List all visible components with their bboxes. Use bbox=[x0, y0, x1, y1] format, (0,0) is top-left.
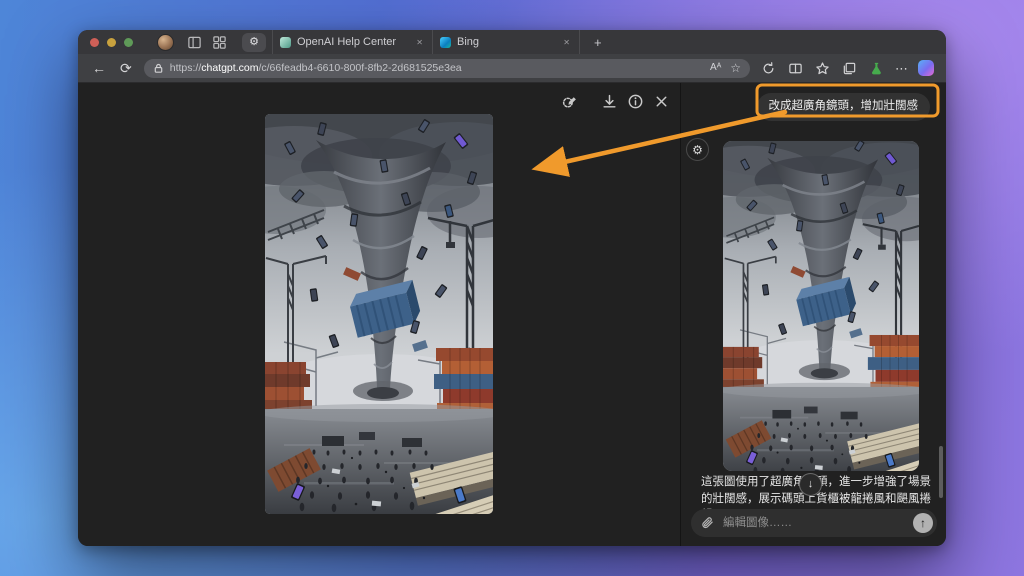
extension-flask-icon[interactable] bbox=[868, 60, 885, 77]
tab-label: Bing bbox=[457, 36, 480, 48]
minimize-window-button[interactable] bbox=[107, 37, 116, 47]
url-path: /c/66feadb4-6610-800f-8fb2-2d681525e3ea bbox=[258, 62, 462, 74]
arrow-up-icon: ↑ bbox=[920, 516, 926, 530]
info-icon[interactable] bbox=[627, 93, 644, 110]
address-bar[interactable]: https://chatgpt.com/c/66feadb4-6610-800f… bbox=[143, 58, 750, 78]
url-text: https://chatgpt.com/c/66feadb4-6610-800f… bbox=[170, 62, 462, 74]
scroll-to-bottom-button[interactable]: ↓ bbox=[799, 473, 822, 496]
close-window-button[interactable] bbox=[90, 37, 99, 47]
close-viewer-icon[interactable] bbox=[653, 93, 670, 110]
window-controls bbox=[78, 37, 143, 47]
browser-toolbar: ← ⟳ https://chatgpt.com/c/66feadb4-6610-… bbox=[78, 54, 946, 83]
gear-icon: ⚙ bbox=[692, 142, 703, 157]
lock-icon bbox=[154, 63, 163, 73]
tab-label: OpenAI Help Center bbox=[297, 36, 397, 48]
favorite-star-icon[interactable]: ☆ bbox=[730, 62, 741, 74]
openai-favicon bbox=[280, 36, 291, 48]
tab-strip: ⚙ OpenAI Help Center ✕ Bing ✕ + bbox=[78, 30, 946, 54]
generated-image-thumbnail[interactable] bbox=[723, 141, 919, 471]
copilot-icon[interactable] bbox=[918, 60, 934, 76]
assistant-avatar: ⚙ bbox=[686, 138, 709, 161]
close-tab-icon[interactable]: ✕ bbox=[414, 36, 425, 49]
desktop-background: ⚙ OpenAI Help Center ✕ Bing ✕ + ← ⟳ http… bbox=[0, 0, 1024, 576]
download-icon[interactable] bbox=[601, 93, 618, 110]
new-tab-button[interactable]: + bbox=[590, 35, 606, 50]
viewer-toolbar bbox=[561, 93, 670, 110]
split-screen-icon[interactable] bbox=[787, 60, 804, 77]
edit-image-input[interactable] bbox=[721, 516, 906, 530]
profile-avatar[interactable] bbox=[157, 33, 174, 51]
close-tab-icon[interactable]: ✕ bbox=[561, 36, 572, 49]
vertical-tabs-icon[interactable] bbox=[187, 35, 202, 50]
sync-icon[interactable] bbox=[760, 60, 777, 77]
bing-favicon bbox=[440, 36, 451, 48]
page-content: 改成超廣角鏡頭，增加壯闊感 ⚙ ↓ 這張圖使用了超廣角鏡頭，進一步增強了場景的壯… bbox=[78, 83, 946, 546]
tab-bing[interactable]: Bing ✕ bbox=[433, 30, 580, 54]
panel-scrollbar[interactable] bbox=[939, 446, 943, 498]
send-button[interactable]: ↑ bbox=[913, 513, 933, 533]
workspaces-icon[interactable] bbox=[212, 35, 227, 50]
back-button[interactable]: ← bbox=[90, 61, 108, 75]
text-size-icon[interactable]: Aᴬ bbox=[710, 63, 721, 73]
tab-openai-help-center[interactable]: OpenAI Help Center ✕ bbox=[272, 30, 433, 54]
attach-paperclip-icon[interactable] bbox=[701, 516, 714, 530]
address-bar-actions: Aᴬ ☆ bbox=[710, 62, 741, 74]
collections-icon[interactable] bbox=[841, 60, 858, 77]
refresh-button[interactable]: ⟳ bbox=[118, 61, 134, 75]
more-menu-icon[interactable]: ⋯ bbox=[895, 62, 908, 75]
maximize-window-button[interactable] bbox=[124, 37, 133, 47]
url-domain: chatgpt.com bbox=[201, 62, 259, 74]
gear-icon: ⚙ bbox=[249, 35, 259, 48]
arrow-down-icon: ↓ bbox=[807, 478, 814, 490]
chat-input-bar[interactable]: ↑ bbox=[691, 509, 937, 537]
chat-panel: 改成超廣角鏡頭，增加壯闊感 ⚙ ↓ 這張圖使用了超廣角鏡頭，進一步增強了場景的壯… bbox=[680, 83, 946, 546]
image-viewer bbox=[78, 83, 680, 546]
pinned-tab-chatgpt[interactable]: ⚙ bbox=[242, 32, 266, 52]
generated-image-large[interactable] bbox=[265, 114, 493, 514]
favorites-icon[interactable] bbox=[814, 60, 831, 77]
browser-window: ⚙ OpenAI Help Center ✕ Bing ✕ + ← ⟳ http… bbox=[78, 30, 946, 546]
user-prompt-bubble: 改成超廣角鏡頭，增加壯闊感 bbox=[756, 93, 930, 121]
url-scheme: https:// bbox=[169, 62, 202, 74]
select-edit-icon[interactable] bbox=[561, 93, 578, 110]
